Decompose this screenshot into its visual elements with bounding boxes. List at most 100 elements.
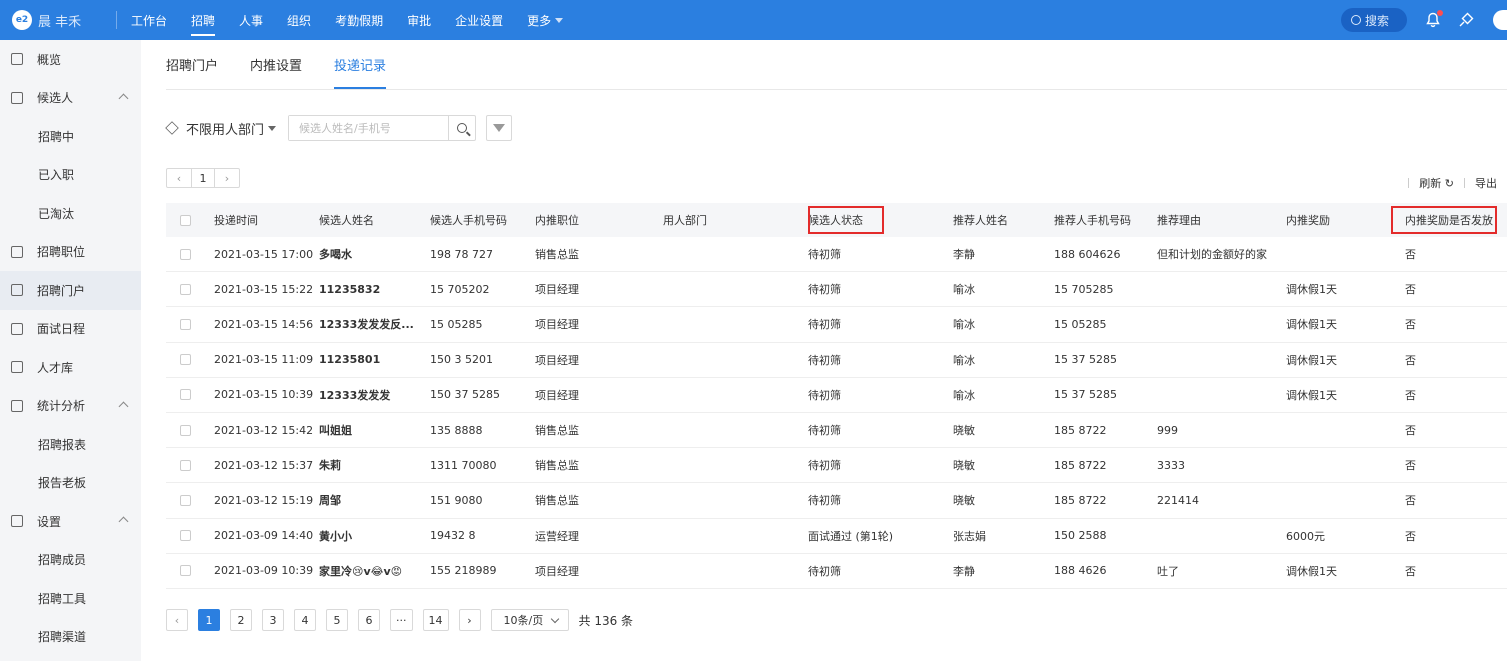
nav-attendance[interactable]: 考勤假期 (335, 0, 383, 40)
table-row[interactable]: 2021-03-09 10:39 家里冷😢v😂v😡 155 218989 项目经理 待初… (166, 554, 1507, 589)
cell-candidate-name[interactable]: 朱莉 (319, 457, 430, 473)
tab-delivery-records[interactable]: 投递记录 (334, 40, 387, 89)
refresh-button[interactable]: 刷新 ↻ (1419, 175, 1454, 191)
col-header-department: 用人部门 (663, 214, 707, 227)
candidate-search-input[interactable] (289, 116, 449, 140)
sidebar-item-reports[interactable]: 招聘报表 (0, 425, 141, 464)
sidebar-item-settings[interactable]: 设置 (0, 502, 141, 541)
cell-position: 销售总监 (535, 494, 579, 508)
row-checkbox[interactable] (180, 494, 191, 506)
tab-referral-settings[interactable]: 内推设置 (250, 40, 302, 89)
row-checkbox[interactable] (180, 530, 191, 542)
nav-workbench[interactable]: 工作台 (131, 0, 167, 40)
sidebar-item-tools[interactable]: 招聘工具 (0, 579, 141, 618)
top-nav-bar: e2 晨 丰禾 工作台 招聘 人事 组织 考勤假期 审批 企业设置 更多 搜索 (0, 0, 1507, 40)
cell-candidate-phone: 198 78 727 (430, 247, 493, 261)
pagination-page[interactable]: 3 (262, 609, 284, 631)
sidebar-item-interview-schedule[interactable]: 面试日程 (0, 310, 141, 349)
table-row[interactable]: 2021-03-15 14:56 12333发发发反... 15 05285 项目经理… (166, 307, 1507, 343)
table-row[interactable]: 2021-03-15 11:09 11235801 150 3 5201 项目经理 待初… (166, 343, 1507, 378)
cell-position: 销售总监 (535, 459, 579, 473)
search-button[interactable] (448, 116, 475, 140)
row-checkbox[interactable] (180, 459, 191, 471)
cell-candidate-name[interactable]: 黄小小 (319, 528, 430, 544)
filter-button[interactable] (486, 115, 513, 141)
select-all-checkbox[interactable] (180, 214, 191, 226)
mini-pager-next[interactable]: › (215, 169, 239, 187)
row-checkbox[interactable] (180, 318, 191, 330)
export-button[interactable]: 导出 (1475, 175, 1497, 191)
pagination-page[interactable]: 5 (326, 609, 348, 631)
cell-reward-paid: 否 (1405, 494, 1416, 508)
cell-candidate-name[interactable]: 多喝水 (319, 246, 430, 262)
sidebar-item-label: 设置 (37, 514, 62, 529)
pagination-page[interactable]: ··· (390, 609, 413, 631)
department-select[interactable]: 不限用人部门 (165, 119, 277, 138)
pagination-page[interactable]: 6 (358, 609, 380, 631)
cell-candidate-name[interactable]: 叫姐姐 (319, 422, 430, 438)
nav-hr[interactable]: 人事 (239, 0, 263, 40)
company-logo[interactable]: e2 晨 丰禾 (0, 0, 112, 40)
row-checkbox[interactable] (180, 389, 191, 401)
table-row[interactable]: 2021-03-12 15:19 周邹 151 9080 销售总监 待初筛 晓敏 185 8… (166, 483, 1507, 519)
page-size-select[interactable]: 10条/页 (490, 609, 569, 631)
sidebar-item-positions[interactable]: 招聘职位 (0, 233, 141, 272)
cell-referrer: 喻冰 (953, 353, 975, 367)
mini-pager-prev[interactable]: ‹ (167, 169, 191, 187)
table-row[interactable]: 2021-03-12 15:42 叫姐姐 135 8888 销售总监 待初筛 晓敏 185 … (166, 413, 1507, 449)
nav-enterprise-settings[interactable]: 企业设置 (455, 0, 503, 40)
col-header-position: 内推职位 (535, 214, 579, 227)
avatar[interactable] (1493, 10, 1507, 30)
nav-approval[interactable]: 审批 (407, 0, 431, 40)
table-row[interactable]: 2021-03-15 17:00 多喝水 198 78 727 销售总监 待初筛 李静 18… (166, 237, 1507, 273)
row-checkbox[interactable] (180, 248, 191, 260)
nav-more[interactable]: 更多 (527, 0, 564, 40)
sidebar-item-overview[interactable]: 概览 (0, 40, 141, 79)
cell-position: 项目经理 (535, 283, 579, 297)
pagination-page[interactable]: 14 (422, 609, 449, 631)
sidebar-item-analytics[interactable]: 统计分析 (0, 387, 141, 426)
sidebar-item-candidates[interactable]: 候选人 (0, 79, 141, 118)
row-checkbox[interactable] (180, 565, 191, 577)
pagination-pages: 1 2 3 4 5 6 ··· 14 (198, 609, 459, 631)
tab-portal[interactable]: 招聘门户 (166, 40, 218, 89)
cell-candidate-name[interactable]: 11235801 (319, 353, 430, 366)
layers-icon (165, 121, 179, 135)
pagination-page[interactable]: 1 (198, 609, 220, 631)
pagination-prev[interactable]: ‹ (166, 609, 188, 631)
cell-candidate-name[interactable]: 11235832 (319, 283, 430, 296)
sidebar-item-portal[interactable]: 招聘门户 (0, 271, 141, 310)
sidebar-item-onboarded[interactable]: 已入职 (0, 156, 141, 195)
sidebar-item-eliminated[interactable]: 已淘汰 (0, 194, 141, 233)
sidebar-item-label: 概览 (37, 52, 62, 67)
cell-position: 销售总监 (535, 424, 579, 438)
cell-position: 销售总监 (535, 248, 579, 262)
sidebar-item-talent-pool[interactable]: 人才库 (0, 348, 141, 387)
pagination-page[interactable]: 2 (230, 609, 252, 631)
table-row[interactable]: 2021-03-09 14:40 黄小小 19432 8 运营经理 面试通过 (第1轮)… (166, 519, 1507, 554)
sidebar-item-recruiting[interactable]: 招聘中 (0, 117, 141, 156)
nav-org[interactable]: 组织 (287, 0, 311, 40)
sidebar-item-members[interactable]: 招聘成员 (0, 541, 141, 580)
row-checkbox[interactable] (180, 424, 191, 436)
cell-candidate-name[interactable]: 家里冷😢v😂v😡 (319, 563, 430, 579)
cell-candidate-name[interactable]: 周邹 (319, 492, 430, 508)
table-row[interactable]: 2021-03-15 15:22 11235832 15 705202 项目经理 待初筛… (166, 272, 1507, 308)
cell-candidate-name[interactable]: 12333发发发反... (319, 316, 430, 332)
pagination-next[interactable]: › (458, 609, 481, 631)
pagination-page[interactable]: 4 (294, 609, 316, 631)
sidebar-item-report-boss[interactable]: 报告老板 (0, 464, 141, 503)
cell-candidate-name[interactable]: 12333发发发 (319, 387, 430, 403)
nav-recruit[interactable]: 招聘 (191, 0, 216, 40)
global-search-button[interactable]: 搜索 (1341, 8, 1407, 32)
col-header-referrer: 推荐人姓名 (953, 214, 1008, 227)
table-row[interactable]: 2021-03-12 15:37 朱莉 1311 70080 销售总监 待初筛 晓敏 185… (166, 448, 1507, 484)
row-checkbox[interactable] (180, 354, 191, 366)
cell-reason: 吐了 (1157, 564, 1179, 578)
table-row[interactable]: 2021-03-15 10:39 12333发发发 150 37 5285 项目经理 待… (166, 378, 1507, 413)
row-checkbox[interactable] (180, 283, 191, 295)
notification-bell-icon[interactable] (1425, 10, 1443, 28)
pin-icon[interactable] (1457, 11, 1475, 29)
sidebar-item-channels[interactable]: 招聘渠道 (0, 618, 141, 657)
cell-referrer: 张志娟 (953, 529, 986, 543)
